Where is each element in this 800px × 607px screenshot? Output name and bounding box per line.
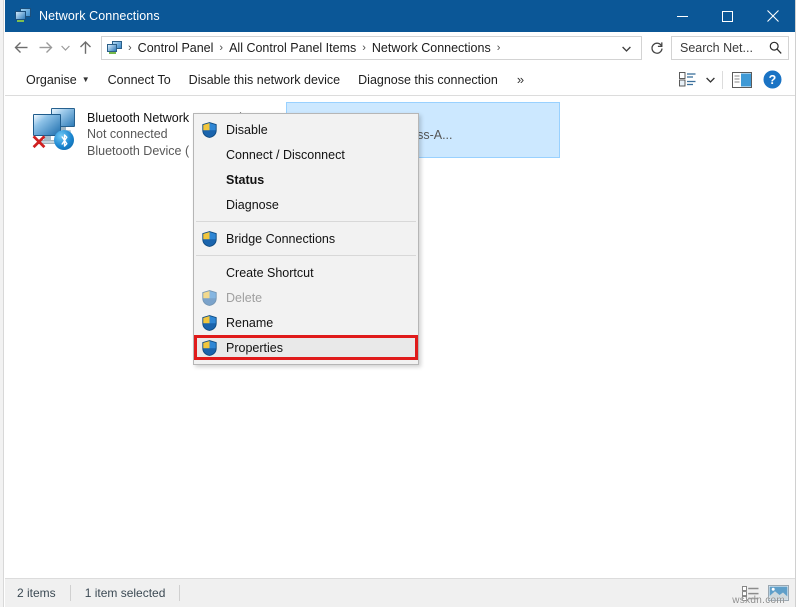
context-menu-separator (196, 255, 416, 256)
close-button[interactable] (750, 0, 795, 32)
context-menu: Disable Connect / Disconnect Status Diag… (193, 113, 419, 365)
context-menu-item-bridge-connections[interactable]: Bridge Connections (194, 226, 418, 251)
help-button[interactable]: ? (757, 68, 787, 92)
connections-list: ✕ Bluetooth Network Connection Not conne… (5, 96, 795, 578)
context-menu-item-status[interactable]: Status (194, 167, 418, 192)
shield-icon (202, 340, 226, 356)
shield-icon (202, 231, 226, 247)
context-menu-label: Rename (226, 316, 273, 330)
breadcrumb-network-connections[interactable]: Network Connections (369, 39, 494, 57)
shield-icon (202, 290, 226, 306)
desktop-right-strip (795, 0, 800, 607)
context-menu-item-diagnose[interactable]: Diagnose (194, 192, 418, 217)
breadcrumb-icon (107, 40, 123, 56)
context-menu-item-delete: Delete (194, 285, 418, 310)
breadcrumb-all-control-panel-items[interactable]: All Control Panel Items (226, 39, 359, 57)
context-menu-label: Bridge Connections (226, 232, 335, 246)
connect-to-button[interactable]: Connect To (99, 68, 180, 92)
search-input[interactable] (678, 40, 769, 56)
search-icon[interactable] (769, 41, 782, 54)
context-menu-label: Properties (226, 341, 283, 355)
back-button[interactable] (9, 35, 33, 61)
network-connections-window: Network Connections (5, 0, 795, 607)
status-bar: 2 items 1 item selected (5, 578, 795, 607)
svg-text:?: ? (768, 73, 776, 87)
window-controls (660, 0, 795, 32)
context-menu-item-disable[interactable]: Disable (194, 117, 418, 142)
selection-label: 1 item selected (85, 586, 166, 600)
title-bar: Network Connections (5, 0, 795, 32)
context-menu-item-properties[interactable]: Properties (194, 335, 418, 360)
context-menu-label: Connect / Disconnect (226, 148, 345, 162)
change-view-caret-icon[interactable] (702, 68, 718, 92)
context-menu-label: Create Shortcut (226, 266, 314, 280)
breadcrumb-separator-2[interactable]: › (359, 42, 369, 54)
context-menu-label: Disable (226, 123, 268, 137)
context-menu-separator (196, 221, 416, 222)
watermark: wsxdn.com (732, 595, 785, 606)
minimize-button[interactable] (660, 0, 705, 32)
search-box[interactable] (671, 36, 789, 60)
breadcrumb-control-panel[interactable]: Control Panel (135, 39, 217, 57)
window-title: Network Connections (39, 9, 160, 23)
disable-network-device-button[interactable]: Disable this network device (180, 68, 349, 92)
disconnected-error-icon: ✕ (30, 134, 48, 152)
toolbar-overflow-button[interactable]: » (507, 67, 534, 92)
bluetooth-adapter-icon: ✕ (29, 106, 81, 152)
maximize-button[interactable] (705, 0, 750, 32)
shield-icon (202, 315, 226, 331)
context-menu-item-connect-disconnect[interactable]: Connect / Disconnect (194, 142, 418, 167)
change-view-icon[interactable] (672, 68, 702, 92)
organise-label: Organise (26, 73, 77, 87)
status-separator (70, 585, 71, 601)
context-menu-label: Diagnose (226, 198, 279, 212)
shield-icon (202, 122, 226, 138)
bluetooth-badge-icon (54, 130, 74, 150)
diagnose-connection-button[interactable]: Diagnose this connection (349, 68, 507, 92)
refresh-button[interactable] (646, 36, 668, 60)
chevron-down-icon: ▼ (82, 76, 90, 84)
chevron-down-icon[interactable] (614, 39, 639, 57)
breadcrumb-bar[interactable]: › Control Panel › All Control Panel Item… (101, 36, 642, 60)
context-menu-label: Delete (226, 291, 262, 305)
forward-button[interactable] (33, 35, 57, 61)
context-menu-item-create-shortcut[interactable]: Create Shortcut (194, 260, 418, 285)
breadcrumb-separator-1[interactable]: › (216, 42, 226, 54)
item-count-label: 2 items (17, 586, 56, 600)
preview-pane-icon[interactable] (727, 68, 757, 92)
network-connections-icon (15, 8, 31, 24)
context-menu-item-rename[interactable]: Rename (194, 310, 418, 335)
address-bar: › Control Panel › All Control Panel Item… (5, 32, 795, 64)
status-separator (179, 585, 180, 601)
desktop-left-strip (0, 0, 4, 607)
breadcrumb-separator-3[interactable]: › (494, 42, 504, 54)
up-button[interactable] (73, 35, 97, 61)
breadcrumb-separator-0[interactable]: › (125, 42, 135, 54)
recent-locations-button[interactable] (57, 35, 73, 61)
command-toolbar: Organise ▼ Connect To Disable this netwo… (5, 64, 795, 96)
organise-button[interactable]: Organise ▼ (17, 68, 99, 92)
context-menu-label: Status (226, 173, 264, 187)
